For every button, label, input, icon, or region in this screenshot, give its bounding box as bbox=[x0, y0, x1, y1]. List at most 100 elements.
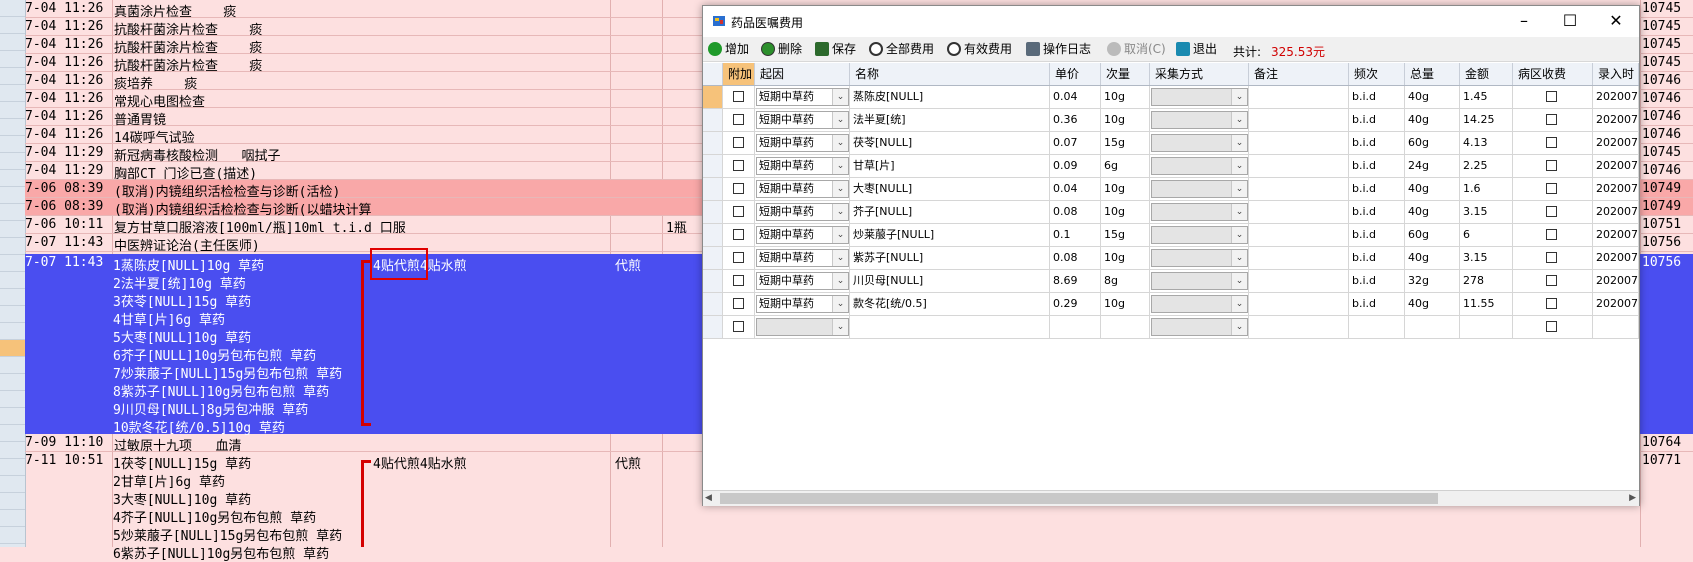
ward-charge-cell[interactable] bbox=[1513, 224, 1593, 246]
ward-charge-checkbox[interactable] bbox=[1546, 252, 1557, 263]
chevron-down-icon[interactable]: ⌄ bbox=[1231, 273, 1247, 289]
fee-row[interactable]: 短期中草药⌄炒莱菔子[NULL]0.115g ⌄ b.i.d60g6 2020070 bbox=[703, 224, 1639, 247]
ward-charge-cell[interactable] bbox=[1513, 109, 1593, 131]
cancel-button[interactable]: 取消(C) bbox=[1107, 40, 1166, 58]
ward-charge-checkbox[interactable] bbox=[1546, 229, 1557, 240]
collection-cell[interactable]: ⌄ bbox=[1150, 109, 1249, 131]
cause-select[interactable]: 短期中草药 ⌄ bbox=[756, 249, 849, 267]
extra-cell[interactable] bbox=[723, 109, 755, 131]
row-header-cell[interactable] bbox=[0, 238, 25, 255]
remark[interactable] bbox=[1249, 224, 1349, 246]
delete-button[interactable]: 删除 bbox=[761, 40, 802, 58]
column-header[interactable]: 次量 bbox=[1101, 63, 1150, 85]
grid-corner[interactable] bbox=[703, 63, 723, 85]
row-selector[interactable] bbox=[703, 247, 723, 269]
column-header[interactable]: 频次 bbox=[1349, 63, 1405, 85]
row-header-cell[interactable] bbox=[0, 323, 25, 340]
row-header-cell[interactable] bbox=[0, 340, 25, 357]
collection-cell[interactable]: ⌄ bbox=[1150, 270, 1249, 292]
chevron-down-icon[interactable]: ⌄ bbox=[1231, 158, 1247, 174]
row-header-cell[interactable] bbox=[0, 204, 25, 221]
remark[interactable] bbox=[1249, 270, 1349, 292]
add-button[interactable]: 增加 bbox=[708, 40, 749, 58]
chevron-down-icon[interactable]: ⌄ bbox=[1231, 319, 1247, 335]
collection-cell[interactable]: ⌄ bbox=[1150, 178, 1249, 200]
row-header-cell[interactable] bbox=[0, 272, 25, 289]
extra-cell[interactable] bbox=[723, 132, 755, 154]
close-button[interactable]: ✕ bbox=[1593, 6, 1639, 36]
chevron-down-icon[interactable]: ⌄ bbox=[832, 135, 848, 151]
column-header[interactable]: 起因 bbox=[755, 63, 850, 85]
chevron-down-icon[interactable]: ⌄ bbox=[832, 250, 848, 266]
extra-checkbox[interactable] bbox=[733, 114, 744, 125]
extra-cell[interactable] bbox=[723, 155, 755, 177]
row-header-cell[interactable] bbox=[0, 493, 25, 510]
row-selector[interactable] bbox=[703, 86, 723, 108]
extra-cell[interactable] bbox=[723, 201, 755, 223]
dose[interactable] bbox=[1101, 316, 1150, 338]
collection-select[interactable]: ⌄ bbox=[1151, 134, 1248, 152]
collection-cell[interactable]: ⌄ bbox=[1150, 224, 1249, 246]
cause-cell[interactable]: 短期中草药 ⌄ bbox=[755, 109, 850, 131]
collection-select[interactable]: ⌄ bbox=[1151, 88, 1248, 106]
cause-select[interactable]: 短期中草药 ⌄ bbox=[756, 88, 849, 106]
extra-checkbox[interactable] bbox=[733, 137, 744, 148]
chevron-down-icon[interactable]: ⌄ bbox=[1231, 227, 1247, 243]
drug-name[interactable] bbox=[850, 316, 1050, 338]
extra-cell[interactable] bbox=[723, 316, 755, 338]
column-header[interactable]: 金额 bbox=[1460, 63, 1513, 85]
row-selector[interactable] bbox=[703, 155, 723, 177]
row-header-cell[interactable] bbox=[0, 17, 25, 34]
chevron-down-icon[interactable]: ⌄ bbox=[1231, 296, 1247, 312]
ward-charge-cell[interactable] bbox=[1513, 155, 1593, 177]
valid-fees-button[interactable]: 有效费用 bbox=[947, 40, 1012, 58]
ward-charge-cell[interactable] bbox=[1513, 132, 1593, 154]
chevron-down-icon[interactable]: ⌄ bbox=[1231, 112, 1247, 128]
fee-row[interactable]: 短期中草药 ⌄ 茯苓[NULL] 0.07 15g ⌄ b.i.d 60g 4.13 202007… bbox=[703, 132, 1639, 155]
collection-select[interactable]: ⌄ bbox=[1151, 226, 1248, 244]
row-header-cell[interactable] bbox=[0, 221, 25, 238]
row-header-cell[interactable] bbox=[0, 442, 25, 459]
extra-checkbox[interactable] bbox=[733, 252, 744, 263]
ward-charge-cell[interactable] bbox=[1513, 201, 1593, 223]
chevron-down-icon[interactable]: ⌄ bbox=[1231, 135, 1247, 151]
collection-select[interactable]: ⌄ bbox=[1151, 157, 1248, 175]
chevron-down-icon[interactable]: ⌄ bbox=[832, 319, 848, 335]
row-header-cell[interactable] bbox=[0, 527, 25, 544]
column-header[interactable]: 备注 bbox=[1249, 63, 1349, 85]
row-selector[interactable] bbox=[703, 201, 723, 223]
row-header-cell[interactable] bbox=[0, 119, 25, 136]
ward-charge-checkbox[interactable] bbox=[1546, 298, 1557, 309]
all-fees-button[interactable]: 全部费用 bbox=[869, 40, 934, 58]
column-header[interactable]: 录入时 bbox=[1593, 63, 1639, 85]
extra-cell[interactable] bbox=[723, 86, 755, 108]
ward-charge-checkbox[interactable] bbox=[1546, 321, 1557, 332]
row-selector[interactable] bbox=[703, 293, 723, 315]
collection-cell[interactable]: ⌄ bbox=[1150, 201, 1249, 223]
cause-cell[interactable]: 短期中草药 ⌄ bbox=[755, 201, 850, 223]
scroll-right-icon[interactable]: ▶ bbox=[1629, 491, 1636, 506]
extra-cell[interactable] bbox=[723, 247, 755, 269]
chevron-down-icon[interactable]: ⌄ bbox=[1231, 250, 1247, 266]
cause-select[interactable]: 短期中草药 ⌄ bbox=[756, 295, 849, 313]
extra-checkbox[interactable] bbox=[733, 206, 744, 217]
row-header-cell[interactable] bbox=[0, 374, 25, 391]
fee-grid[interactable]: 附加 起因 名称 单价 次量 采集方式 备注 频次 总量 金额 病区收费 录入时 短期中草药 ⌄ 蒸陈皮[… bbox=[703, 63, 1639, 491]
fee-row[interactable]: 短期中草药⌄川贝母[NULL]8.698g ⌄ b.i.d32g278 2020070 bbox=[703, 270, 1639, 293]
cause-cell[interactable]: 短期中草药 ⌄ bbox=[755, 132, 850, 154]
remark[interactable] bbox=[1249, 132, 1349, 154]
extra-cell[interactable] bbox=[723, 270, 755, 292]
extra-cell[interactable] bbox=[723, 178, 755, 200]
row-selector[interactable] bbox=[703, 109, 723, 131]
row-header-cell[interactable] bbox=[0, 459, 25, 476]
row-header-cell[interactable] bbox=[0, 170, 25, 187]
extra-checkbox[interactable] bbox=[733, 321, 744, 332]
cause-select[interactable]: 短期中草药 ⌄ bbox=[756, 134, 849, 152]
row-header-cell[interactable] bbox=[0, 425, 25, 442]
collection-select[interactable]: ⌄ bbox=[1151, 318, 1248, 336]
row-header-cell[interactable] bbox=[0, 357, 25, 374]
extra-checkbox[interactable] bbox=[733, 160, 744, 171]
ward-charge-cell[interactable] bbox=[1513, 270, 1593, 292]
row-header-cell[interactable] bbox=[0, 34, 25, 51]
ward-charge-cell[interactable] bbox=[1513, 316, 1593, 338]
